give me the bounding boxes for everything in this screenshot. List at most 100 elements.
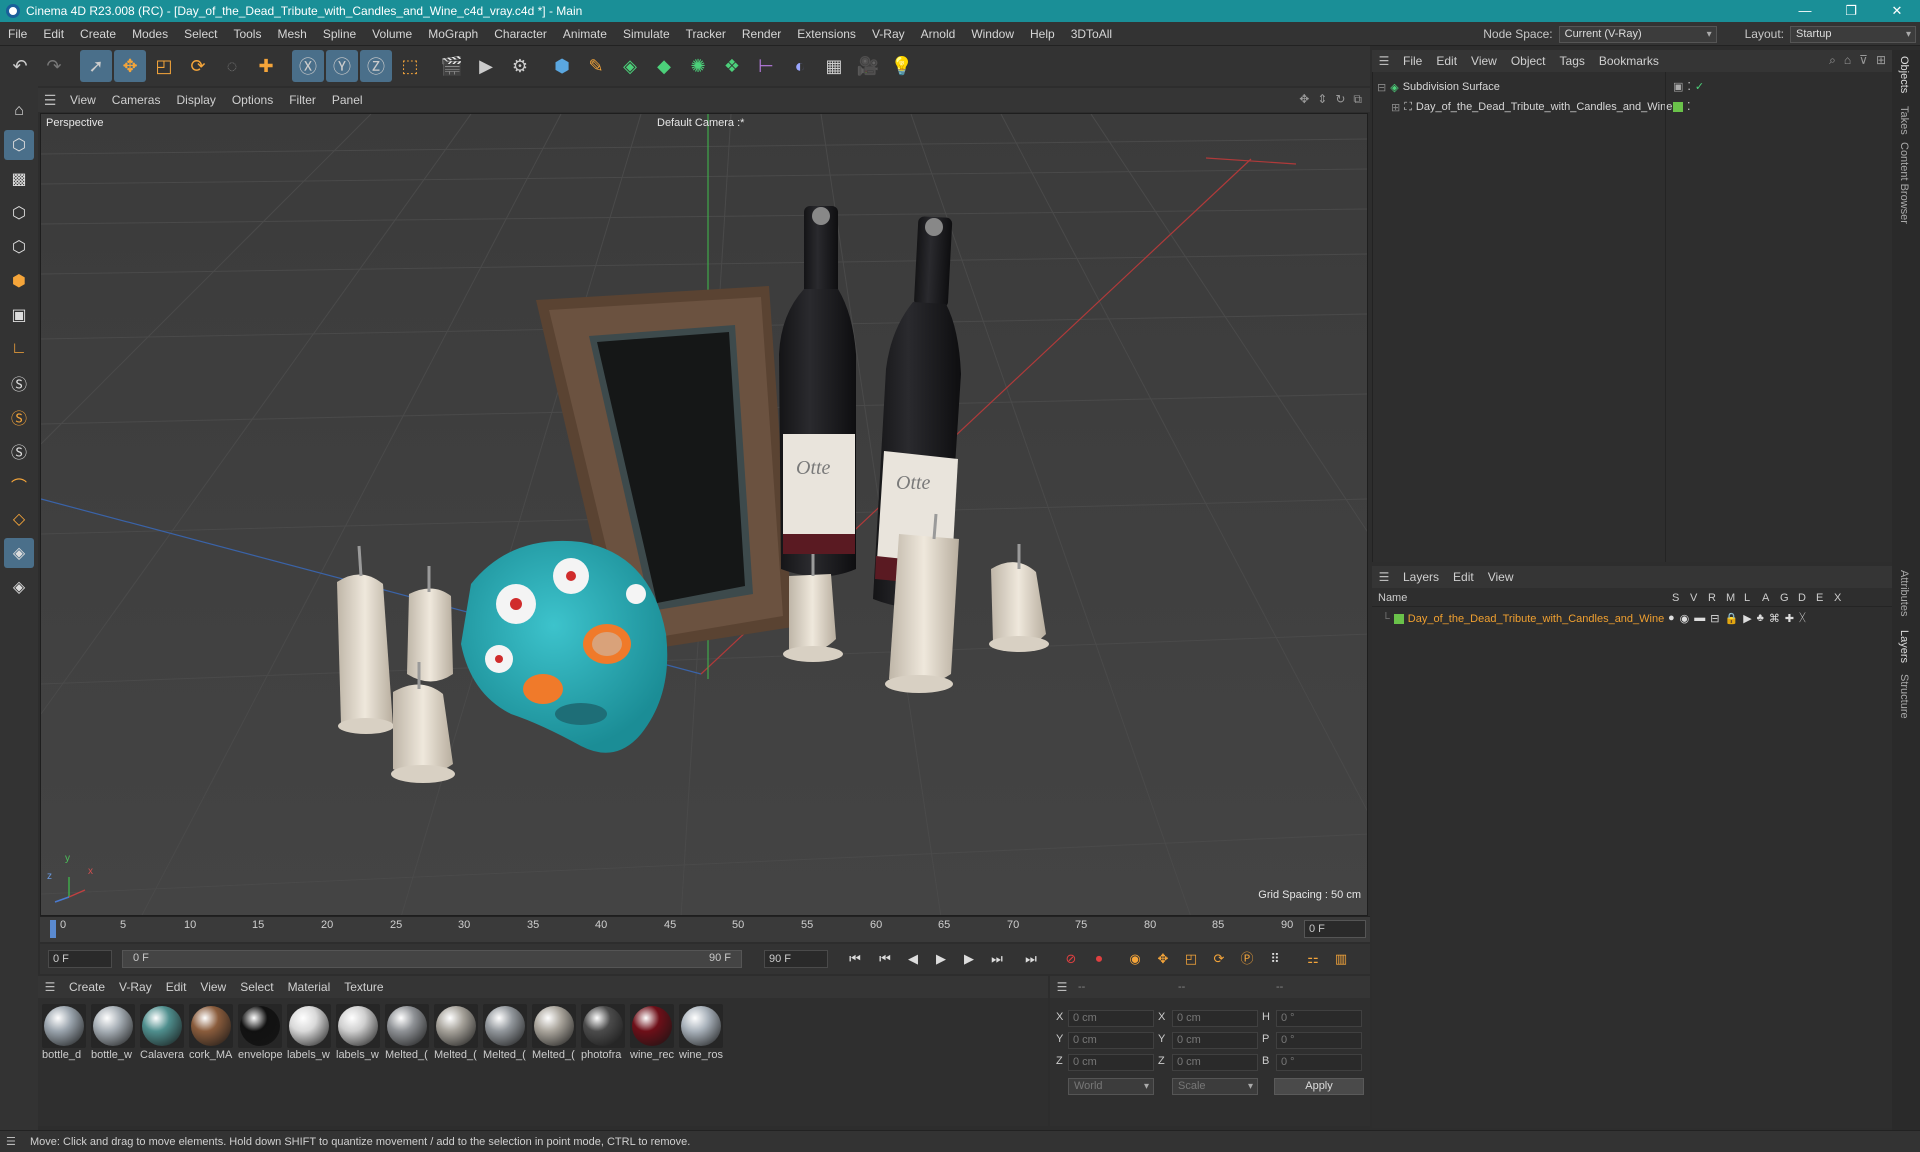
size-mode-dropdown[interactable]: Scale [1172, 1078, 1258, 1095]
make-editable-icon[interactable]: ⌂ [4, 96, 34, 126]
material-swatch[interactable]: labels_w [287, 1004, 333, 1061]
rotation-p-field[interactable]: 0 ° [1276, 1032, 1362, 1049]
object-row-scene[interactable]: ⊞ ⛶ Day_of_the_Dead_Tribute_with_Candles… [1391, 98, 1672, 116]
tab-layers[interactable]: Layers [1898, 630, 1910, 663]
subdivision-generator-icon[interactable]: ◈ [614, 50, 646, 82]
magnet-tool-icon[interactable]: ⌒ [4, 470, 34, 500]
menu-animate[interactable]: Animate [555, 22, 615, 46]
layer-column-header[interactable]: G [1780, 592, 1789, 604]
material-swatch[interactable]: bottle_d [42, 1004, 88, 1061]
position-x-field[interactable]: 0 cm [1068, 1010, 1154, 1027]
render-settings-icon[interactable]: ⚙ [504, 50, 536, 82]
record-keys-icon[interactable]: ⊘ [1060, 949, 1082, 969]
coordinate-system-icon[interactable]: ⬚ [394, 50, 426, 82]
next-key-icon[interactable]: ⏭ [986, 949, 1008, 969]
lock-toggle-icon[interactable]: 🔒 [1724, 612, 1738, 625]
menu-file[interactable]: File [0, 22, 35, 46]
material-swatch[interactable]: photofra [581, 1004, 627, 1061]
snap-settings-icon[interactable]: Ⓢ [4, 402, 34, 432]
rotation-h-field[interactable]: 0 ° [1276, 1010, 1362, 1027]
3d-viewport[interactable]: Otte Otte Perspective Default Camera:* … [40, 113, 1368, 916]
planar-workplane-icon[interactable]: ◈ [4, 572, 34, 602]
material-swatch[interactable]: bottle_w [91, 1004, 137, 1061]
tab-objects[interactable]: Objects [1898, 56, 1910, 93]
layers-menu-edit[interactable]: Edit [1446, 570, 1481, 584]
node-space-dropdown[interactable]: Current (V-Ray) [1558, 25, 1717, 43]
home-icon[interactable]: ⌂ [1844, 53, 1851, 68]
menu-tools[interactable]: Tools [225, 22, 269, 46]
camera-label[interactable]: Default Camera :* [657, 117, 744, 129]
objects-menu-view[interactable]: View [1464, 54, 1504, 68]
status-hamburger-icon[interactable]: ☰ [6, 1131, 16, 1152]
prev-key-icon[interactable]: ⏮ [874, 949, 896, 969]
material-swatch[interactable]: envelope [238, 1004, 284, 1061]
enabled-check-icon[interactable]: ✓ [1695, 80, 1704, 93]
material-swatch[interactable]: Melted_( [532, 1004, 578, 1061]
maximize-button[interactable]: ❐ [1828, 0, 1874, 22]
expressions-toggle-icon[interactable]: ✚ [1785, 612, 1794, 625]
menu-mesh[interactable]: Mesh [269, 22, 314, 46]
objects-hamburger-icon[interactable]: ☰ [1372, 54, 1396, 68]
layer-name[interactable]: Day_of_the_Dead_Tribute_with_Candles_and… [1408, 613, 1664, 625]
layout-dropdown[interactable]: Startup [1790, 25, 1916, 43]
deformers-toggle-icon[interactable]: ⌘ [1769, 612, 1780, 625]
layers-menu-view[interactable]: View [1481, 570, 1521, 584]
manager-toggle-icon[interactable]: ⊟ [1710, 612, 1719, 625]
snap-icon[interactable]: Ⓢ [4, 368, 34, 398]
menu-select[interactable]: Select [176, 22, 225, 46]
start-frame-field[interactable]: 0 F [48, 950, 112, 968]
material-swatch[interactable]: labels_w [336, 1004, 382, 1061]
apply-button[interactable]: Apply [1274, 1078, 1364, 1095]
layer-column-header[interactable]: E [1816, 592, 1823, 604]
render-picture-viewer-icon[interactable]: ▶ [470, 50, 502, 82]
close-button[interactable]: ✕ [1874, 0, 1920, 22]
select-cursor-icon[interactable]: ➚ [80, 50, 112, 82]
collapse-toggle-icon[interactable]: ⊟ [1377, 81, 1386, 94]
layer-column-header[interactable]: V [1690, 592, 1697, 604]
menu-modes[interactable]: Modes [124, 22, 176, 46]
menu-mograph[interactable]: MoGraph [420, 22, 486, 46]
material-hamburger-icon[interactable]: ☰ [38, 980, 62, 994]
keyframe-selection-icon[interactable]: ◉ [1124, 949, 1146, 969]
pla-key-icon[interactable]: ⠿ [1264, 949, 1286, 969]
floor-environment-icon[interactable]: ▦ [818, 50, 850, 82]
material-swatch[interactable]: wine_ros [679, 1004, 725, 1061]
objects-menu-bookmarks[interactable]: Bookmarks [1592, 54, 1666, 68]
material-menu-material[interactable]: Material [281, 980, 338, 994]
render-view-icon[interactable]: 🎬 [436, 50, 468, 82]
timeline-ruler[interactable]: 0 5 10 15 20 25 30 35 40 45 50 55 60 65 … [40, 916, 1370, 942]
view-toggle-icon[interactable]: ◉ [1680, 612, 1690, 625]
axis-mode-icon[interactable]: ∟ [4, 334, 34, 364]
layer-column-header[interactable]: M [1726, 592, 1735, 604]
layer-color-swatch[interactable] [1673, 101, 1683, 112]
layers-hamburger-icon[interactable]: ☰ [1372, 570, 1396, 584]
x-axis-lock-icon[interactable]: Ⓧ [292, 50, 324, 82]
layer-column-header[interactable]: S [1672, 592, 1679, 604]
viewport-hamburger-icon[interactable]: ☰ [38, 92, 62, 109]
viewport-menu-display[interactable]: Display [168, 93, 223, 107]
material-swatch[interactable]: cork_MA [189, 1004, 235, 1061]
rotation-b-field[interactable]: 0 ° [1276, 1054, 1362, 1071]
position-z-field[interactable]: 0 cm [1068, 1054, 1154, 1071]
material-menu-texture[interactable]: Texture [337, 980, 390, 994]
objects-menu-edit[interactable]: Edit [1429, 54, 1464, 68]
generators-toggle-icon[interactable]: ♣ [1757, 612, 1764, 625]
extrude-generator-icon[interactable]: ◆ [648, 50, 680, 82]
go-to-start-icon[interactable]: ⏮ [844, 949, 866, 969]
rotation-key-icon[interactable]: ⟳ [1208, 949, 1230, 969]
layers-menu-layers[interactable]: Layers [1396, 570, 1446, 584]
current-frame-field[interactable]: 0 F [1304, 920, 1366, 938]
viewport-maximize-icon[interactable]: ⧉ [1353, 92, 1362, 107]
menu-edit[interactable]: Edit [35, 22, 72, 46]
material-swatch[interactable]: Calavera [140, 1004, 186, 1061]
position-key-icon[interactable]: ✥ [1152, 949, 1174, 969]
tab-takes[interactable]: Takes [1898, 106, 1910, 135]
menu-vray[interactable]: V-Ray [864, 22, 913, 46]
menu-render[interactable]: Render [734, 22, 789, 46]
material-swatch[interactable]: wine_rec [630, 1004, 676, 1061]
layer-row[interactable]: └ Day_of_the_Dead_Tribute_with_Candles_a… [1382, 610, 1664, 628]
menu-spline[interactable]: Spline [315, 22, 364, 46]
workplane-icon[interactable]: ◇ [4, 504, 34, 534]
object-row-subdivision[interactable]: ⊟ ◈ Subdivision Surface [1377, 78, 1500, 96]
autokey-icon[interactable]: ⏺ [1088, 949, 1110, 969]
